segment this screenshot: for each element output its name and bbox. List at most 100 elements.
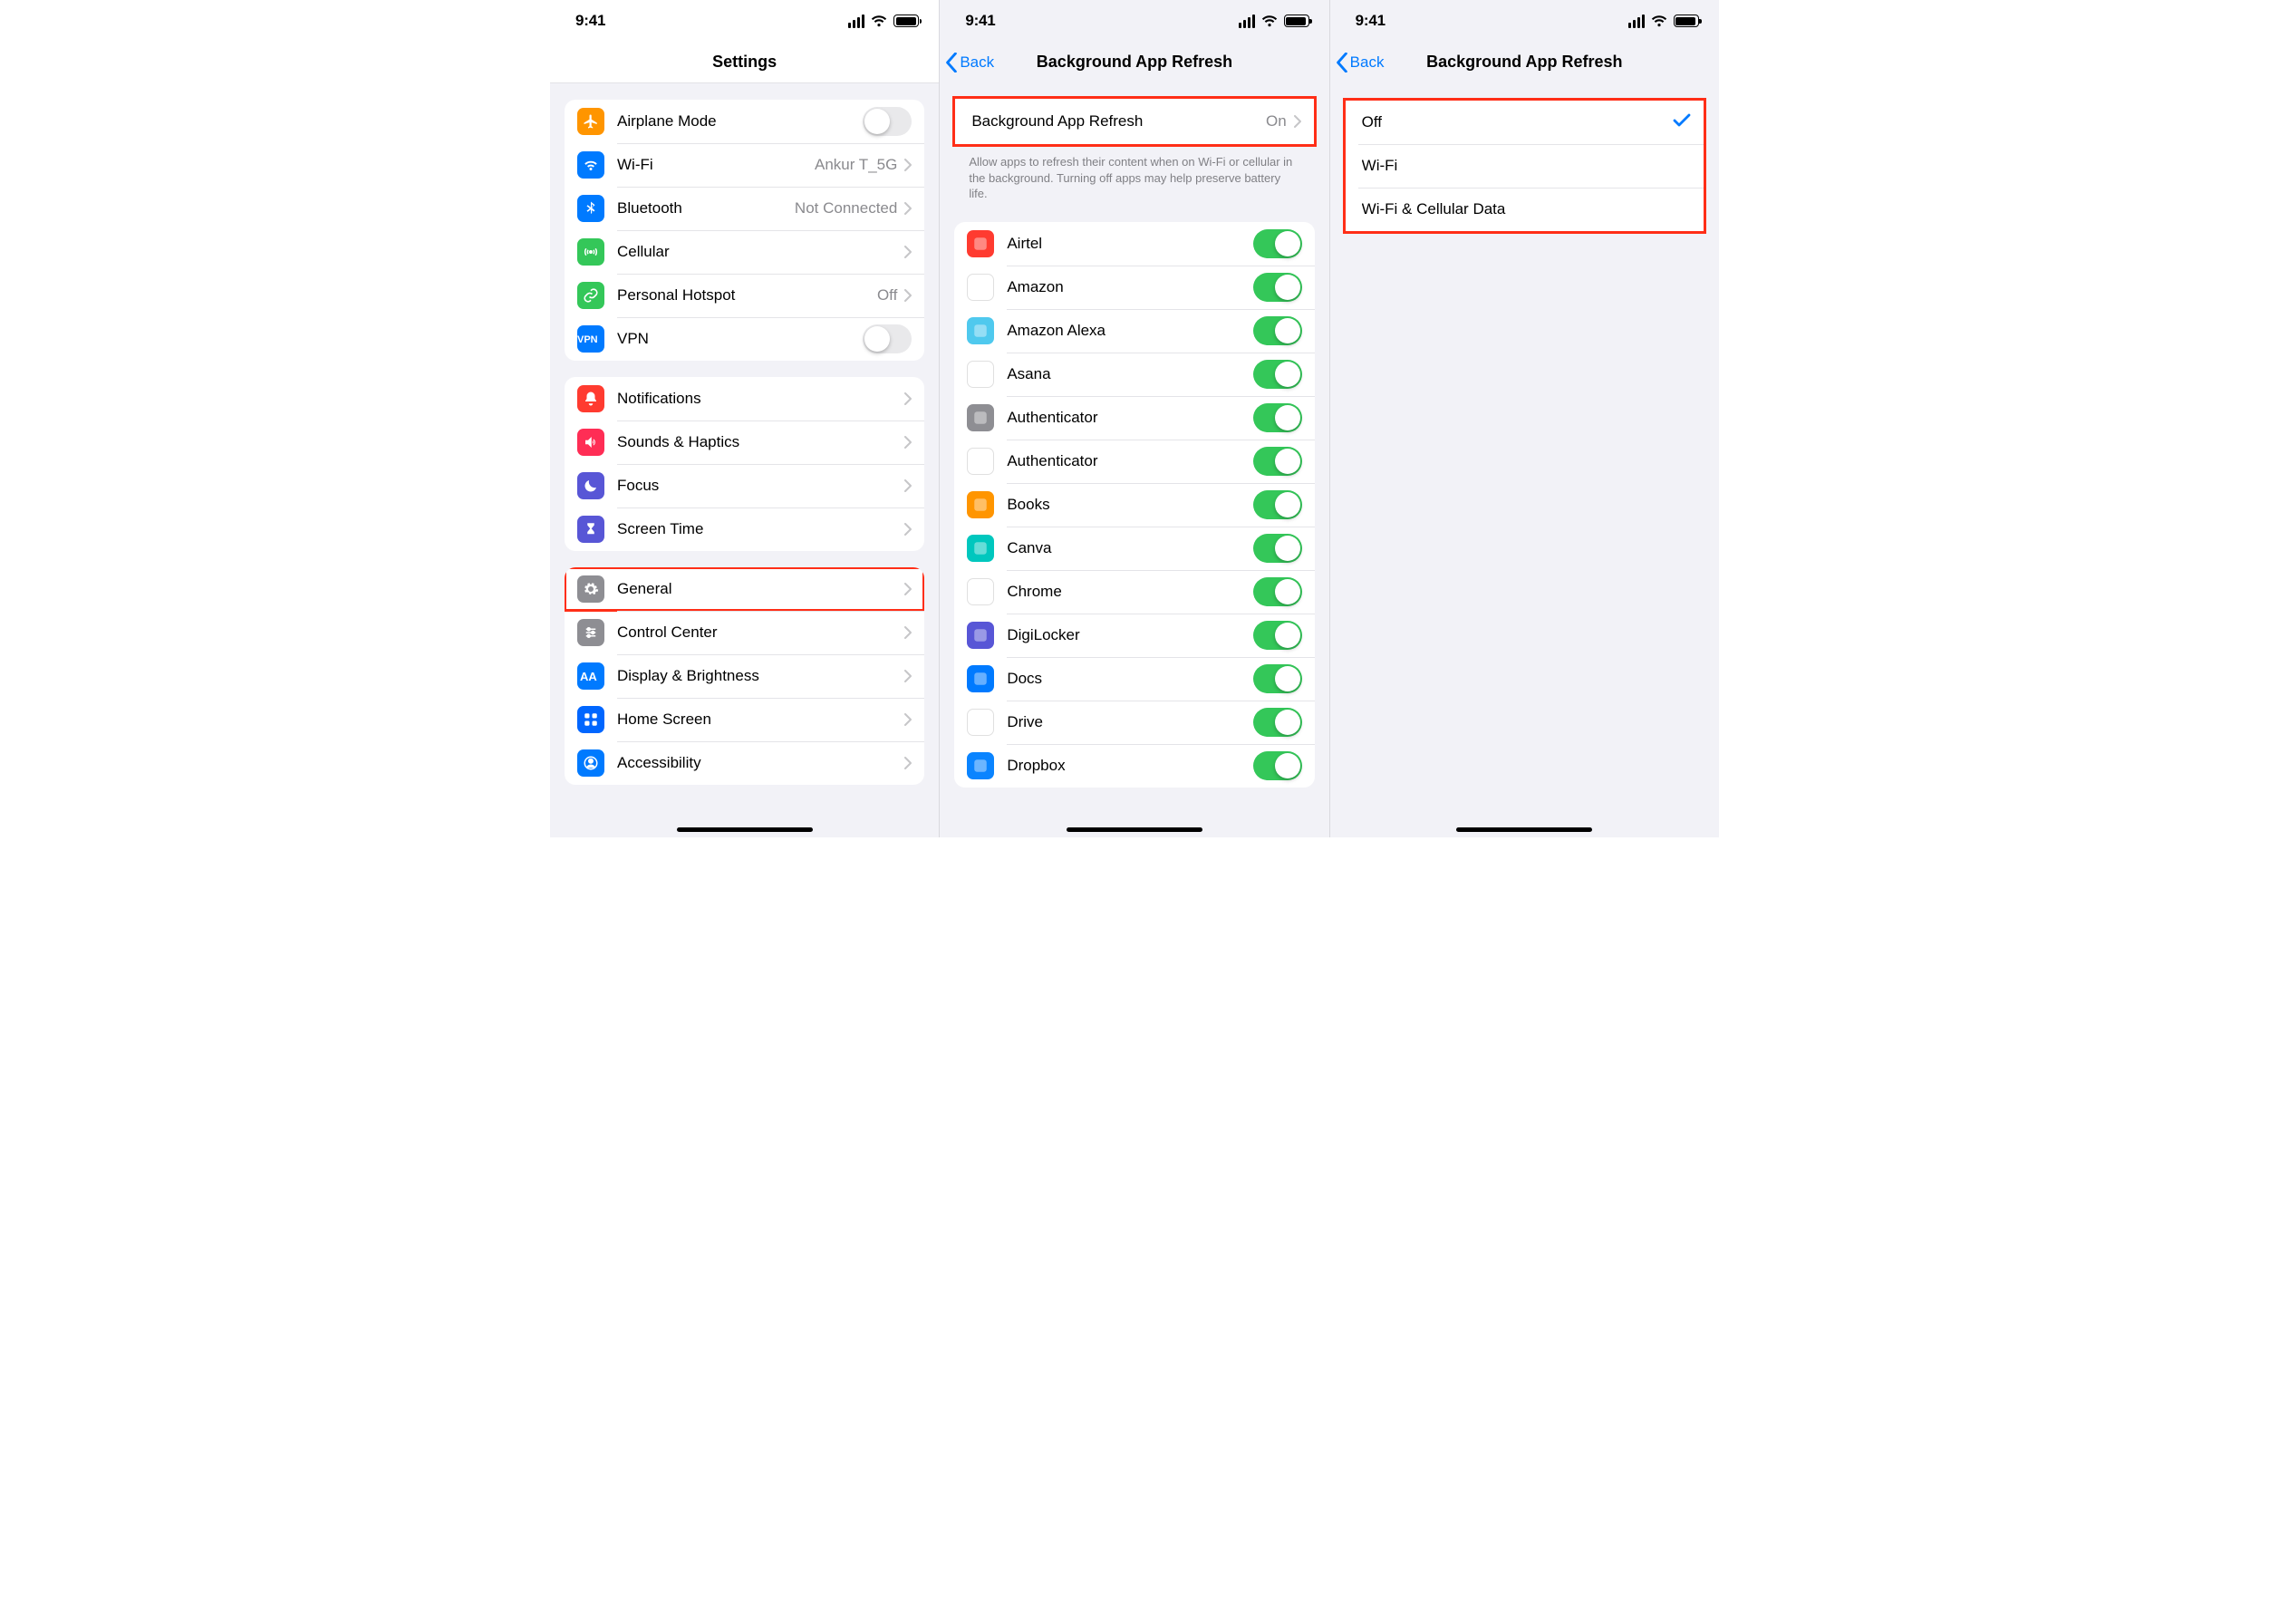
toggle-switch[interactable] — [863, 107, 912, 136]
row-label: Notifications — [617, 390, 897, 408]
app-label: Amazon Alexa — [1007, 322, 1252, 340]
row-sounds[interactable]: Sounds & Haptics — [565, 420, 924, 464]
row-label: VPN — [617, 330, 863, 348]
chevron-right-icon — [904, 626, 912, 639]
row-display[interactable]: AADisplay & Brightness — [565, 654, 924, 698]
status-bar: 9:41 — [550, 0, 939, 42]
settings-body[interactable]: Airplane ModeWi-FiAnkur T_5GBluetoothNot… — [550, 83, 939, 837]
app-row-digilocker[interactable]: DigiLocker — [954, 614, 1314, 657]
status-indicators — [1628, 14, 1699, 28]
row-label: General — [617, 580, 897, 598]
toggle-switch[interactable] — [1253, 229, 1302, 258]
chevron-right-icon — [904, 713, 912, 726]
home-indicator[interactable] — [677, 827, 813, 832]
chevron-right-icon — [904, 436, 912, 449]
row-value: Off — [877, 286, 897, 304]
app-row-chrome[interactable]: Chrome — [954, 570, 1314, 614]
chevron-right-icon — [904, 583, 912, 595]
options-body[interactable]: Off Wi-FiWi-Fi & Cellular Data — [1330, 83, 1719, 837]
row-wifi[interactable]: Wi-FiAnkur T_5G — [565, 143, 924, 187]
chevron-right-icon — [904, 757, 912, 769]
app-row-authenticator1[interactable]: Authenticator — [954, 396, 1314, 440]
wifi-icon — [1651, 14, 1667, 27]
battery-icon — [1674, 14, 1699, 27]
toggle-switch[interactable] — [1253, 447, 1302, 476]
back-button[interactable]: Back — [1330, 53, 1385, 72]
row-cellular[interactable]: Cellular — [565, 230, 924, 274]
row-vpn[interactable]: VPN VPN — [565, 317, 924, 361]
row-bluetooth[interactable]: BluetoothNot Connected — [565, 187, 924, 230]
home-indicator[interactable] — [1067, 827, 1202, 832]
row-label: Home Screen — [617, 710, 897, 729]
app-row-airtel[interactable]: Airtel — [954, 222, 1314, 266]
toggle-switch[interactable] — [1253, 403, 1302, 432]
bg-refresh-master-row[interactable]: Background App Refresh On — [955, 99, 1313, 144]
status-time: 9:41 — [1356, 12, 1386, 30]
row-general[interactable]: General — [565, 567, 924, 611]
toggle-switch[interactable] — [1253, 577, 1302, 606]
nav-bar: Back Background App Refresh — [940, 42, 1328, 83]
option-wificell[interactable]: Wi-Fi & Cellular Data — [1346, 188, 1704, 231]
nav-title: Background App Refresh — [1330, 53, 1719, 72]
app-row-amazon[interactable]: Amazon — [954, 266, 1314, 309]
row-label: Screen Time — [617, 520, 897, 538]
home-indicator[interactable] — [1456, 827, 1592, 832]
toggle-switch[interactable] — [1253, 360, 1302, 389]
option-label: Off — [1362, 113, 1673, 131]
toggle-switch[interactable] — [1253, 273, 1302, 302]
app-row-asana[interactable]: Asana — [954, 353, 1314, 396]
wifi-icon — [871, 14, 887, 27]
option-off[interactable]: Off — [1346, 101, 1704, 144]
toggle-switch[interactable] — [863, 324, 912, 353]
app-row-authenticator2[interactable]: Authenticator — [954, 440, 1314, 483]
cellular-signal-icon — [1628, 14, 1645, 28]
app-row-canva[interactable]: Canva — [954, 527, 1314, 570]
row-notifications[interactable]: Notifications — [565, 377, 924, 420]
app-icon — [967, 535, 994, 562]
row-controlcenter[interactable]: Control Center — [565, 611, 924, 654]
app-row-dropbox[interactable]: Dropbox — [954, 744, 1314, 788]
vpn-icon: VPN — [577, 325, 604, 353]
row-airplane[interactable]: Airplane Mode — [565, 100, 924, 143]
app-icon — [967, 491, 994, 518]
row-homescreen[interactable]: Home Screen — [565, 698, 924, 741]
bg-refresh-footer: Allow apps to refresh their content when… — [940, 147, 1328, 202]
back-label: Back — [960, 53, 994, 72]
toggle-switch[interactable] — [1253, 490, 1302, 519]
grid-icon — [577, 706, 604, 733]
app-row-drive[interactable]: Drive — [954, 701, 1314, 744]
moon-icon — [577, 472, 604, 499]
status-time: 9:41 — [575, 12, 605, 30]
chevron-right-icon — [904, 289, 912, 302]
row-screentime[interactable]: Screen Time — [565, 508, 924, 551]
row-hotspot[interactable]: Personal HotspotOff — [565, 274, 924, 317]
chevron-right-icon — [904, 202, 912, 215]
app-row-alexa[interactable]: Amazon Alexa — [954, 309, 1314, 353]
app-row-books[interactable]: Books — [954, 483, 1314, 527]
row-label: Control Center — [617, 624, 897, 642]
app-label: Authenticator — [1007, 452, 1252, 470]
toggle-switch[interactable] — [1253, 621, 1302, 650]
settings-group: General Control Center AADisplay & Brightn… — [565, 567, 924, 785]
bg-refresh-body[interactable]: Background App Refresh On Allow apps to … — [940, 83, 1328, 837]
toggle-switch[interactable] — [1253, 534, 1302, 563]
toggle-switch[interactable] — [1253, 751, 1302, 780]
toggle-switch[interactable] — [1253, 708, 1302, 737]
toggle-switch[interactable] — [1253, 316, 1302, 345]
app-label: Authenticator — [1007, 409, 1252, 427]
app-icon — [967, 622, 994, 649]
nav-title: Settings — [550, 53, 939, 72]
option-wifi[interactable]: Wi-Fi — [1346, 144, 1704, 188]
bg-refresh-master-value: On — [1266, 112, 1287, 130]
row-focus[interactable]: Focus — [565, 464, 924, 508]
chevron-right-icon — [1294, 115, 1301, 128]
chevron-right-icon — [904, 523, 912, 536]
cellular-signal-icon — [1239, 14, 1255, 28]
airplane-icon — [577, 108, 604, 135]
bluetooth-icon — [577, 195, 604, 222]
app-label: DigiLocker — [1007, 626, 1252, 644]
toggle-switch[interactable] — [1253, 664, 1302, 693]
app-row-docs[interactable]: Docs — [954, 657, 1314, 701]
row-accessibility[interactable]: Accessibility — [565, 741, 924, 785]
back-button[interactable]: Back — [940, 53, 994, 72]
